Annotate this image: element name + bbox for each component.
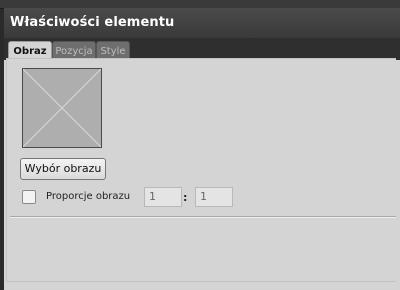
select-image-button[interactable]: Wybór obrazu: [20, 158, 106, 180]
panel-title-bar: Właściwości elementu: [4, 8, 400, 38]
broken-image-cross-icon: [23, 69, 101, 147]
aspect-ratio-checkbox[interactable]: [22, 190, 36, 204]
section-divider: [10, 216, 396, 218]
image-preview: [22, 68, 102, 148]
tab-strip: Obraz Pozycja Style: [4, 38, 400, 60]
aspect-separator: :: [183, 191, 188, 204]
aspect-ratio-label: Proporcje obrazu: [46, 191, 131, 202]
aspect-width-field[interactable]: 1: [144, 187, 182, 207]
aspect-height-field[interactable]: 1: [195, 187, 233, 207]
panel-title: Właściwości elementu: [10, 15, 175, 30]
